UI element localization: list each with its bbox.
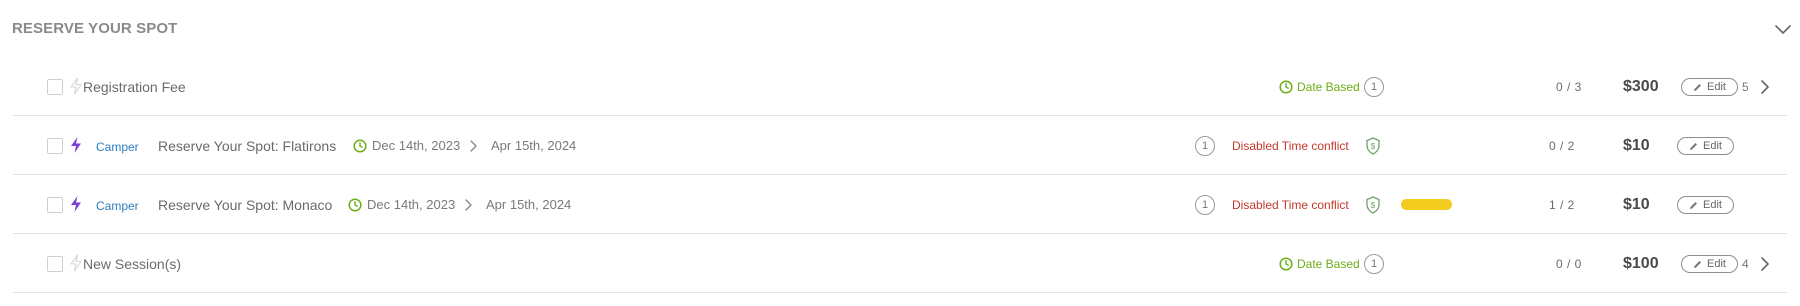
sub-item-count: 5	[1742, 80, 1749, 94]
clock-icon	[1279, 80, 1293, 94]
pricing-rule-count: 1	[1364, 77, 1384, 97]
arrow-right-icon	[470, 140, 477, 152]
item-name[interactable]: New Session(s)	[83, 256, 181, 272]
start-date: Dec 14th, 2023	[372, 138, 461, 153]
edit-button[interactable]: Edit	[1677, 137, 1734, 155]
end-date: Apr 15th, 2024	[486, 197, 572, 212]
item-price: $10	[1623, 137, 1650, 154]
pencil-icon	[1690, 201, 1698, 209]
sold-count: 1 / 2	[1549, 198, 1575, 212]
row-checkbox[interactable]	[47, 79, 63, 95]
conflict-count: 1	[1195, 195, 1215, 215]
clock-icon	[353, 139, 367, 153]
bolt-outline-icon	[70, 77, 82, 95]
type-tag[interactable]: Camper	[96, 199, 139, 213]
sold-count: 0 / 2	[1549, 139, 1575, 153]
section-header: RESERVE YOUR SPOT	[12, 0, 1800, 58]
edit-label: Edit	[1703, 199, 1722, 211]
chevron-right-icon[interactable]	[1759, 79, 1771, 95]
edit-label: Edit	[1703, 140, 1722, 152]
chevron-right-icon[interactable]	[1759, 256, 1771, 272]
svg-text:$: $	[1371, 142, 1376, 151]
list-item: Camper Reserve Your Spot: Monaco Dec 14t…	[13, 176, 1787, 234]
pricing-rule-count: 1	[1364, 254, 1384, 274]
type-tag[interactable]: Camper	[96, 140, 139, 154]
pencil-icon	[1694, 260, 1702, 268]
list-item: New Session(s) Date Based 1 0 / 0 $100 E…	[13, 235, 1787, 293]
status-text: Disabled Time conflict	[1232, 198, 1349, 212]
sold-count: 0 / 3	[1556, 80, 1582, 94]
chevron-down-icon[interactable]	[1772, 18, 1794, 40]
list-item: Camper Reserve Your Spot: Flatirons Dec …	[13, 117, 1787, 175]
conflict-count: 1	[1195, 136, 1215, 156]
item-price: $300	[1623, 78, 1659, 95]
capacity-bar	[1401, 199, 1452, 210]
sub-item-count: 4	[1742, 257, 1749, 271]
pricing-rule-label: Date Based	[1297, 257, 1360, 271]
arrow-right-icon	[465, 199, 472, 211]
item-price: $100	[1623, 255, 1659, 272]
svg-text:$: $	[1371, 201, 1376, 210]
bolt-filled-icon	[71, 196, 81, 212]
edit-button[interactable]: Edit	[1677, 196, 1734, 214]
status-text: Disabled Time conflict	[1232, 139, 1349, 153]
bolt-outline-icon	[70, 254, 82, 272]
sold-count: 0 / 0	[1556, 257, 1582, 271]
bolt-filled-icon	[71, 137, 81, 153]
pencil-icon	[1690, 142, 1698, 150]
list-item: Registration Fee Date Based 1 0 / 3 $300…	[13, 58, 1787, 116]
item-price: $10	[1623, 196, 1650, 213]
shield-dollar-icon: $	[1366, 196, 1380, 214]
end-date: Apr 15th, 2024	[491, 138, 577, 153]
row-checkbox[interactable]	[47, 197, 63, 213]
clock-icon	[1279, 257, 1293, 271]
item-name[interactable]: Registration Fee	[83, 79, 186, 95]
pricing-rule-label: Date Based	[1297, 80, 1360, 94]
item-name[interactable]: Reserve Your Spot: Monaco	[158, 197, 332, 213]
edit-label: Edit	[1707, 258, 1726, 270]
section-title: RESERVE YOUR SPOT	[12, 20, 178, 37]
edit-label: Edit	[1707, 81, 1726, 93]
shield-dollar-icon: $	[1366, 137, 1380, 155]
row-checkbox[interactable]	[47, 138, 63, 154]
edit-button[interactable]: Edit	[1681, 255, 1738, 273]
start-date: Dec 14th, 2023	[367, 197, 456, 212]
row-checkbox[interactable]	[47, 256, 63, 272]
edit-button[interactable]: Edit	[1681, 78, 1738, 96]
pencil-icon	[1694, 83, 1702, 91]
item-name[interactable]: Reserve Your Spot: Flatirons	[158, 138, 336, 154]
clock-icon	[348, 198, 362, 212]
